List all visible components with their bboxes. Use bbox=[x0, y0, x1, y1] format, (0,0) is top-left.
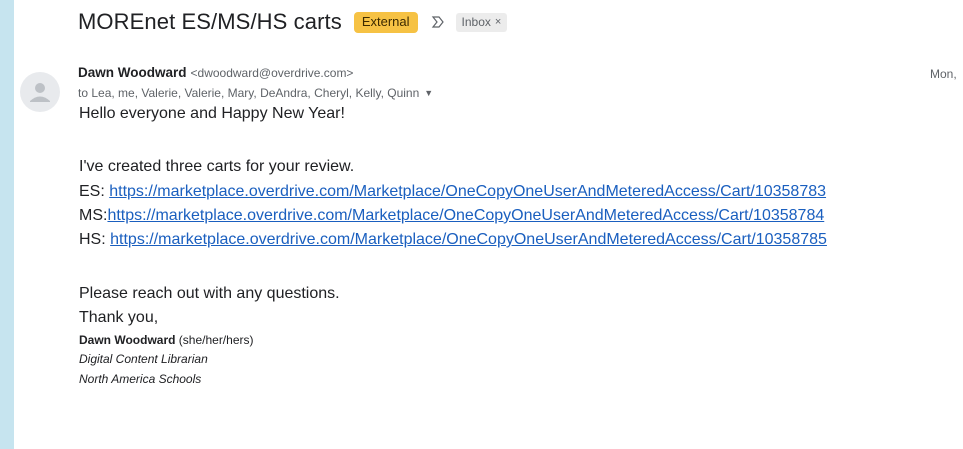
cart-prefix: MS: bbox=[79, 207, 108, 224]
cart-line-ms: MS:https://marketplace.overdrive.com/Mar… bbox=[79, 207, 824, 225]
signature-pronouns: (she/her/hers) bbox=[175, 333, 254, 347]
recipients-list: to Lea, me, Valerie, Valerie, Mary, DeAn… bbox=[78, 86, 420, 100]
closing-text: Please reach out with any questions. bbox=[79, 285, 340, 302]
external-label[interactable]: External bbox=[353, 11, 418, 33]
cart-line-hs: HS: https://marketplace.overdrive.com/Ma… bbox=[79, 231, 827, 249]
sender-email: <dwoodward@overdrive.com> bbox=[190, 66, 354, 80]
signature-name-line: Dawn Woodward (she/her/hers) bbox=[79, 333, 253, 347]
thanks-text: Thank you, bbox=[79, 309, 159, 326]
default-avatar-icon[interactable] bbox=[20, 72, 60, 112]
cart-line-es: ES: https://marketplace.overdrive.com/Ma… bbox=[79, 183, 826, 201]
sender-row: Dawn Woodward <dwoodward@overdrive.com> bbox=[78, 65, 353, 80]
inbox-label[interactable]: Inbox × bbox=[455, 12, 508, 32]
signature-org: North America Schools bbox=[79, 372, 202, 386]
email-subject: MOREnet ES/MS/HS carts bbox=[78, 9, 342, 34]
cart-link-hs[interactable]: https://marketplace.overdrive.com/Market… bbox=[110, 231, 827, 248]
cart-link-es[interactable]: https://marketplace.overdrive.com/Market… bbox=[109, 183, 826, 200]
inbox-label-text: Inbox bbox=[461, 14, 491, 29]
email-panel: MOREnet ES/MS/HS carts External Inbox × … bbox=[14, 0, 963, 449]
cart-link-ms[interactable]: https://marketplace.overdrive.com/Market… bbox=[107, 207, 824, 224]
subject-row: MOREnet ES/MS/HS carts External Inbox × bbox=[78, 6, 508, 38]
importance-marker-icon[interactable] bbox=[430, 14, 446, 30]
signature-title: Digital Content Librarian bbox=[79, 352, 208, 366]
chevron-down-icon[interactable]: ▼ bbox=[424, 88, 433, 98]
recipients-row: to Lea, me, Valerie, Valerie, Mary, DeAn… bbox=[78, 86, 433, 100]
email-date: Mon, bbox=[930, 67, 957, 81]
intro-text: I've created three carts for your review… bbox=[79, 158, 355, 175]
signature-name: Dawn Woodward bbox=[79, 333, 176, 347]
cart-prefix: ES: bbox=[79, 183, 110, 200]
sender-name[interactable]: Dawn Woodward bbox=[78, 65, 187, 80]
greeting-text: Hello everyone and Happy New Year! bbox=[79, 105, 345, 122]
remove-label-icon[interactable]: × bbox=[495, 15, 501, 29]
cart-prefix: HS: bbox=[79, 231, 111, 248]
